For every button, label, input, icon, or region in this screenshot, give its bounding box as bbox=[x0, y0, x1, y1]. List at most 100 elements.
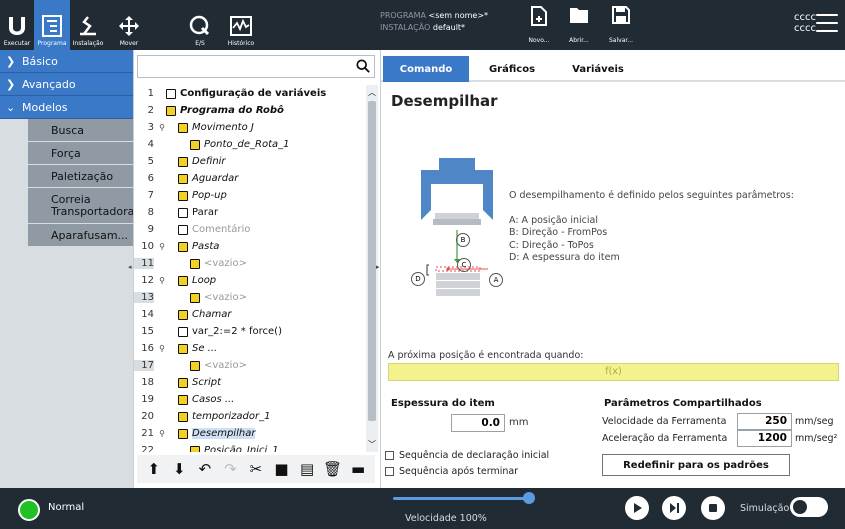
checkbox-box[interactable] bbox=[385, 451, 394, 460]
installation-tab-button[interactable]: Instalação bbox=[70, 0, 106, 50]
move-tab-button[interactable]: Mover bbox=[110, 0, 148, 50]
timer-icon bbox=[178, 411, 188, 422]
program-tab-button[interactable]: Programa bbox=[34, 0, 70, 50]
tree-row[interactable]: 13 <vazio> bbox=[134, 289, 366, 306]
tree-row[interactable]: 15 var_2:=2 * force() bbox=[134, 323, 366, 340]
tree-row[interactable]: 22 Posição_Inici_1 bbox=[134, 442, 366, 452]
line-number: 1 bbox=[147, 88, 154, 99]
save-file-button[interactable]: Salvar... bbox=[604, 6, 638, 48]
tab-command[interactable]: Comando bbox=[383, 56, 469, 82]
undo-icon[interactable]: ↶ bbox=[197, 460, 213, 478]
waypoint-icon bbox=[190, 445, 200, 452]
search-icon[interactable] bbox=[356, 59, 370, 73]
tree-row[interactable]: 10 ⚲ Pasta bbox=[134, 238, 366, 255]
expand-toggle-icon[interactable]: ⚲ bbox=[158, 276, 166, 285]
nav-templates[interactable]: ⌄ Modelos bbox=[0, 96, 133, 119]
new-file-button[interactable]: Novo... bbox=[522, 6, 556, 48]
expand-toggle-icon[interactable]: ⚲ bbox=[158, 429, 166, 438]
line-number: 19 bbox=[141, 394, 154, 405]
call-icon bbox=[178, 309, 188, 320]
speed-label: Velocidade 100% bbox=[405, 513, 487, 524]
nav-item-search[interactable]: Busca bbox=[28, 119, 133, 142]
diagram-label-b: B bbox=[456, 233, 470, 247]
stop-button[interactable] bbox=[701, 496, 725, 520]
scroll-up-icon[interactable]: ︿ bbox=[368, 87, 376, 98]
expand-toggle-icon[interactable]: ⚲ bbox=[158, 344, 166, 353]
start-sequence-checkbox[interactable]: Sequência de declaração inicial bbox=[385, 450, 549, 461]
tree-row[interactable]: 11 <vazio> bbox=[134, 255, 366, 272]
line-number: 8 bbox=[147, 207, 154, 218]
line-number: 4 bbox=[147, 139, 154, 150]
installation-name: default* bbox=[432, 23, 466, 32]
chevron-right-icon: ❯ bbox=[6, 54, 16, 68]
suppress-icon[interactable]: ▬ bbox=[350, 460, 366, 478]
collapse-right-icon[interactable]: ▸ bbox=[376, 263, 380, 271]
hamburger-menu-icon[interactable] bbox=[816, 14, 838, 34]
line-number: 14 bbox=[141, 309, 154, 320]
copy-icon[interactable]: ■ bbox=[274, 460, 290, 478]
search-input[interactable] bbox=[137, 55, 375, 78]
log-tab-button[interactable]: Histórico bbox=[222, 0, 260, 50]
tree-row[interactable]: 5 Definir bbox=[134, 153, 366, 170]
collapse-left-icon[interactable]: ◂ bbox=[128, 263, 132, 271]
nav-item-screwdriving[interactable]: Aparafusam... bbox=[28, 224, 133, 247]
destack-description: O desempilhamento é definido pelos segui… bbox=[509, 190, 794, 265]
item-thickness-input[interactable]: 0.0 bbox=[451, 414, 505, 432]
nav-basic[interactable]: ❯ Básico bbox=[0, 50, 133, 73]
tree-row[interactable]: 16 ⚲ Se ... bbox=[134, 340, 366, 357]
command-tabs: Comando Gráficos Variáveis bbox=[381, 56, 845, 82]
open-file-button[interactable]: Abrir... bbox=[562, 6, 596, 48]
move-down-icon[interactable]: ⬇ bbox=[171, 460, 187, 478]
tree-row[interactable]: 12 ⚲ Loop bbox=[134, 272, 366, 289]
tree-row[interactable]: 1 Configuração de variáveis bbox=[134, 85, 366, 102]
scroll-thumb[interactable] bbox=[368, 101, 376, 421]
description-d: D: A espessura do item bbox=[509, 252, 620, 263]
run-tab-button[interactable]: Executar bbox=[0, 0, 34, 50]
reset-defaults-button[interactable]: Redefinir para os padrões bbox=[602, 454, 790, 476]
end-sequence-checkbox[interactable]: Sequência após terminar bbox=[385, 466, 518, 477]
program-label: PROGRAMA bbox=[380, 11, 426, 20]
tree-row-label: Chamar bbox=[192, 309, 232, 320]
expand-toggle-icon[interactable]: ⚲ bbox=[158, 123, 166, 132]
tree-row[interactable]: 8 Parar bbox=[134, 204, 366, 221]
tool-speed-input[interactable]: 250 bbox=[737, 413, 792, 430]
tree-row[interactable]: 6 Aguardar bbox=[134, 170, 366, 187]
tree-row[interactable]: 18 Script bbox=[134, 374, 366, 391]
nav-item-force[interactable]: Força bbox=[28, 142, 133, 165]
simulation-toggle[interactable] bbox=[790, 497, 828, 517]
paste-icon[interactable]: ▤ bbox=[299, 460, 315, 478]
tree-row[interactable]: 14 Chamar bbox=[134, 306, 366, 323]
scroll-down-icon[interactable]: ﹀ bbox=[368, 439, 376, 450]
cut-icon[interactable]: ✂ bbox=[248, 460, 264, 478]
tree-row[interactable]: 7 Pop-up bbox=[134, 187, 366, 204]
tree-row[interactable]: 4 Ponto_de_Rota_1 bbox=[134, 136, 366, 153]
tab-variables[interactable]: Variáveis bbox=[555, 56, 641, 82]
step-button[interactable] bbox=[662, 496, 686, 520]
tree-row[interactable]: 21 ⚲ Desempilhar bbox=[134, 425, 366, 442]
checkbox-box[interactable] bbox=[385, 467, 394, 476]
program-tree-panel: 1 Configuração de variáveis 2 Programa do R… bbox=[133, 50, 379, 488]
move-up-icon[interactable]: ⬆ bbox=[146, 460, 162, 478]
play-button[interactable] bbox=[625, 496, 649, 520]
robot-status-button[interactable] bbox=[18, 499, 40, 521]
tab-graphics[interactable]: Gráficos bbox=[469, 56, 555, 82]
expand-toggle-icon[interactable]: ⚲ bbox=[158, 242, 166, 251]
play-icon bbox=[634, 503, 642, 513]
speed-slider[interactable] bbox=[393, 497, 531, 500]
delete-icon[interactable]: 🗑 bbox=[323, 460, 342, 478]
tree-row[interactable]: 19 Casos ... bbox=[134, 391, 366, 408]
expression-field[interactable]: f(x) bbox=[388, 363, 839, 381]
io-tab-button[interactable]: E/S bbox=[182, 0, 218, 50]
nav-advanced[interactable]: ❯ Avançado bbox=[0, 73, 133, 96]
tool-accel-input[interactable]: 1200 bbox=[737, 430, 792, 447]
tree-row[interactable]: 20 temporizador_1 bbox=[134, 408, 366, 425]
speed-slider-handle[interactable] bbox=[523, 492, 535, 504]
redo-icon[interactable]: ↷ bbox=[222, 460, 238, 478]
nav-item-conveyor[interactable]: Correia Transportadora bbox=[28, 188, 133, 224]
tree-row-label: Movimento J bbox=[192, 122, 254, 133]
tree-row[interactable]: 2 Programa do Robô bbox=[134, 102, 366, 119]
tree-row[interactable]: 9 Comentário bbox=[134, 221, 366, 238]
tree-row[interactable]: 17 <vazio> bbox=[134, 357, 366, 374]
tree-row[interactable]: 3 ⚲ Movimento J bbox=[134, 119, 366, 136]
nav-item-palletizing[interactable]: Paletização bbox=[28, 165, 133, 188]
